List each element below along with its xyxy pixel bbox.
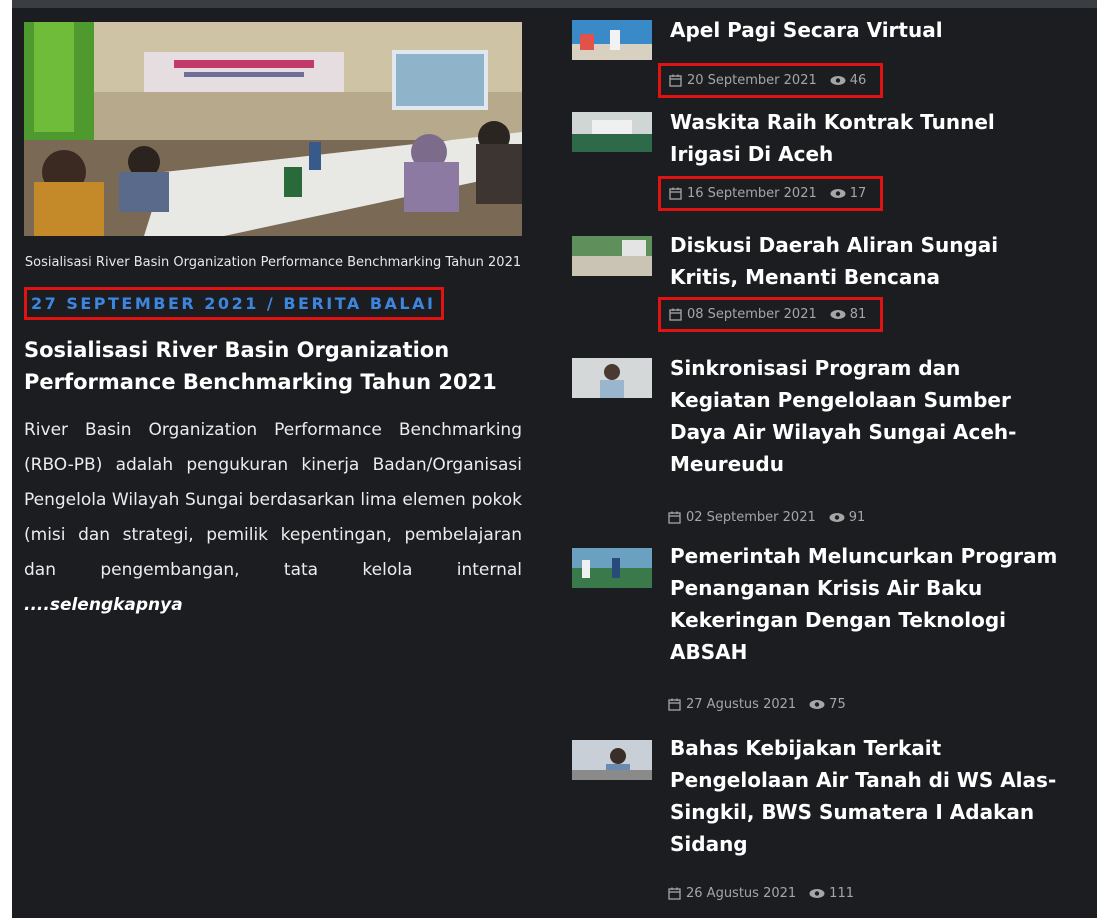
calendar-icon	[669, 74, 682, 87]
eye-icon	[829, 513, 845, 522]
read-more-link[interactable]: ....selengkapnya	[24, 595, 183, 615]
news-date: 08 September 2021	[687, 307, 817, 322]
news-title-link[interactable]: Apel Pagi Secara Virtual	[670, 14, 1060, 46]
meta-separator: /	[266, 294, 276, 313]
featured-article: Sosialisasi River Basin Organization Per…	[24, 22, 536, 623]
news-title-link[interactable]: Diskusi Daerah Aliran Sungai Kritis, Men…	[670, 229, 1060, 293]
news-date: 20 September 2021	[687, 73, 817, 88]
news-title-link[interactable]: Waskita Raih Kontrak Tunnel Irigasi Di A…	[670, 106, 1060, 170]
news-views: 17	[849, 186, 867, 201]
news-thumbnail[interactable]	[572, 236, 652, 276]
calendar-icon	[668, 698, 681, 711]
news-views: 81	[849, 307, 867, 322]
image-caption: Sosialisasi River Basin Organization Per…	[24, 255, 522, 270]
calendar-icon	[669, 308, 682, 321]
news-views: 111	[829, 886, 854, 901]
news-meta: 20 September 2021 46	[658, 63, 884, 98]
eye-icon	[809, 889, 825, 898]
excerpt-text: River Basin Organization Performance Ben…	[24, 420, 522, 580]
news-panel: Sosialisasi River Basin Organization Per…	[12, 0, 1097, 918]
news-views: 75	[829, 697, 846, 712]
eye-icon	[809, 700, 825, 709]
news-thumbnail[interactable]	[572, 20, 652, 60]
news-meta: 02 September 2021 91	[668, 510, 865, 525]
featured-excerpt: River Basin Organization Performance Ben…	[24, 413, 522, 623]
news-thumbnail[interactable]	[572, 548, 652, 588]
news-views: 46	[849, 73, 867, 88]
calendar-icon	[669, 187, 682, 200]
news-date: 27 Agustus 2021	[686, 697, 797, 712]
news-title-link[interactable]: Bahas Kebijakan Terkait Pengelolaan Air …	[670, 732, 1060, 860]
eye-icon	[830, 310, 846, 319]
news-title-link[interactable]: Pemerintah Meluncurkan Program Penangana…	[670, 540, 1060, 668]
featured-image[interactable]	[24, 22, 522, 236]
news-thumbnail[interactable]	[572, 358, 652, 398]
featured-title-link[interactable]: Sosialisasi River Basin Organization Per…	[24, 334, 522, 398]
news-meta: 27 Agustus 2021 75	[668, 697, 846, 712]
news-date: 02 September 2021	[686, 510, 816, 525]
eye-icon	[830, 76, 846, 85]
featured-date: 27 SEPTEMBER 2021	[31, 294, 259, 313]
news-date: 26 Agustus 2021	[686, 886, 797, 901]
news-thumbnail[interactable]	[572, 112, 652, 152]
calendar-icon	[668, 887, 681, 900]
top-border	[12, 0, 1097, 8]
news-meta: 26 Agustus 2021 111	[668, 886, 854, 901]
news-thumbnail[interactable]	[572, 740, 652, 780]
news-meta: 08 September 2021 81	[658, 297, 884, 332]
eye-icon	[830, 189, 846, 198]
calendar-icon	[668, 511, 681, 524]
featured-category-link[interactable]: BERITA BALAI	[283, 294, 435, 313]
featured-meta: 27 SEPTEMBER 2021 / BERITA BALAI	[24, 287, 445, 320]
news-views: 91	[848, 510, 866, 525]
news-date: 16 September 2021	[687, 186, 817, 201]
news-title-link[interactable]: Sinkronisasi Program dan Kegiatan Pengel…	[670, 352, 1060, 480]
news-meta: 16 September 2021 17	[658, 176, 884, 211]
